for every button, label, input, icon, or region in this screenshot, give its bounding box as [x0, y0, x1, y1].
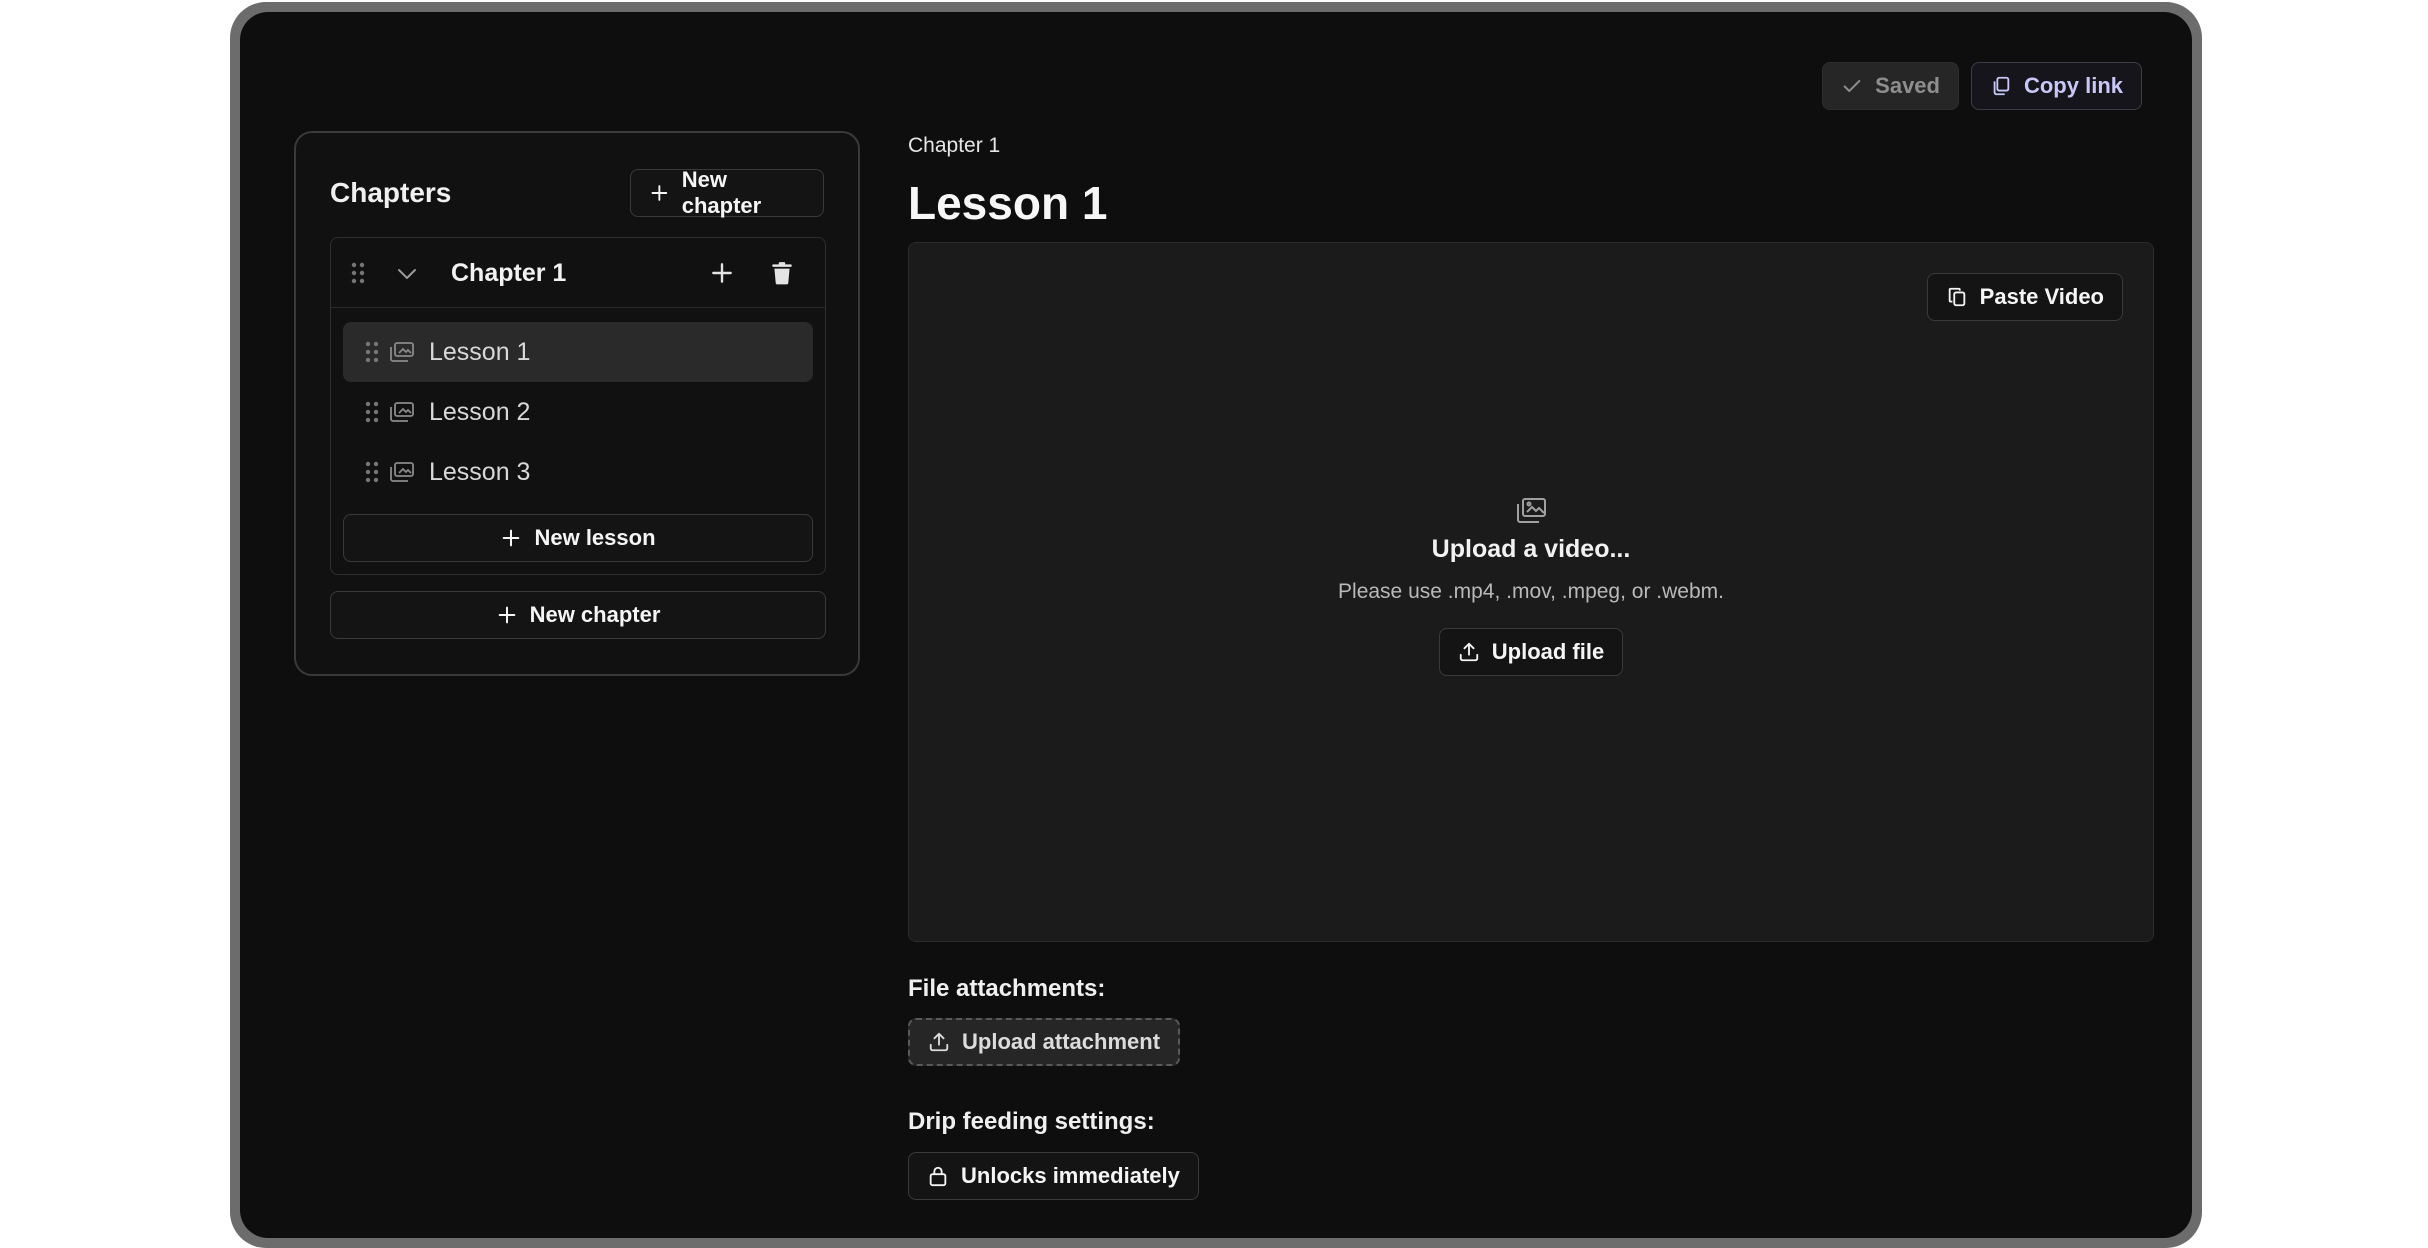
chapter-card: Chapter 1 Lesson 1 Lesson 2 Lesson 3 New… [330, 237, 826, 575]
lesson-label: Lesson 3 [429, 457, 531, 486]
paste-video-button[interactable]: Paste Video [1926, 273, 2123, 321]
lesson-item-3[interactable]: Lesson 3 [343, 442, 813, 502]
new-chapter-bottom-label: New chapter [529, 602, 661, 627]
plus-icon[interactable] [709, 260, 735, 286]
plus-icon [651, 185, 668, 201]
upload-icon [1459, 642, 1478, 662]
video-upload-icon [1517, 498, 1546, 523]
chapters-heading: Chapters [330, 177, 452, 208]
new-chapter-bottom-button[interactable]: New chapter [330, 591, 826, 639]
check-icon [1843, 79, 1861, 93]
unlock-setting-label: Unlocks immediately [961, 1163, 1180, 1188]
lesson-label: Lesson 1 [429, 337, 531, 366]
upload-attachment-label: Upload attachment [962, 1029, 1161, 1054]
upload-file-label: Upload file [1491, 639, 1605, 664]
drip-feeding-label: Drip feeding settings: [908, 1108, 1155, 1135]
saved-button[interactable]: Saved [1822, 62, 1959, 110]
lesson-item-2[interactable]: Lesson 2 [343, 382, 813, 442]
upload-subtitle: Please use .mp4, .mov, .mpeg, or .webm. [1338, 580, 1724, 603]
plus-icon [503, 529, 520, 547]
saved-label: Saved [1875, 73, 1940, 98]
toolbar: Saved Copy link [1822, 62, 2142, 110]
device-frame: Saved Copy link Chapters New chapter Cha… [230, 2, 2202, 1248]
copy-icon [1993, 76, 2010, 96]
lesson-label: Lesson 2 [429, 397, 531, 426]
upload-icon [929, 1032, 949, 1052]
new-lesson-label: New lesson [534, 525, 656, 550]
new-chapter-button[interactable]: New chapter [630, 167, 824, 218]
app-screen: Saved Copy link Chapters New chapter Cha… [240, 12, 2192, 1238]
paste-video-label: Paste Video [1979, 284, 2104, 309]
chapter-title[interactable]: Chapter 1 [451, 259, 566, 288]
page-title: Lesson 1 [908, 177, 1108, 229]
video-icon [390, 462, 414, 482]
file-attachments-label: File attachments: [908, 975, 1106, 1002]
lock-icon [929, 1166, 947, 1187]
video-dropzone[interactable]: Paste Video Upload a video... Please use… [908, 242, 2154, 942]
video-icon [390, 402, 414, 422]
drag-handle-icon[interactable] [365, 341, 379, 363]
clipboard-icon [1948, 287, 1965, 307]
copy-link-button[interactable]: Copy link [1970, 62, 2142, 110]
plus-icon [498, 606, 515, 624]
drag-handle-icon[interactable] [351, 262, 365, 284]
upload-title: Upload a video... [1431, 535, 1631, 563]
new-lesson-button[interactable]: New lesson [343, 514, 813, 562]
upload-attachment-button[interactable]: Upload attachment [908, 1018, 1181, 1066]
chevron-down-icon[interactable] [395, 262, 419, 286]
upload-file-button[interactable]: Upload file [1438, 628, 1624, 676]
copy-link-label: Copy link [2023, 73, 2123, 98]
chapter-header: Chapter 1 [331, 238, 825, 308]
drag-handle-icon[interactable] [365, 461, 379, 483]
lesson-item-1[interactable]: Lesson 1 [343, 322, 813, 382]
chapters-panel: Chapters New chapter Chapter 1 Lesson 1 [294, 131, 860, 676]
unlock-setting-button[interactable]: Unlocks immediately [908, 1152, 1199, 1200]
new-chapter-label: New chapter [681, 167, 762, 218]
video-icon [390, 342, 414, 362]
drag-handle-icon[interactable] [365, 401, 379, 423]
upload-prompt: Upload a video... Please use .mp4, .mov,… [909, 497, 2153, 676]
trash-icon[interactable] [769, 260, 795, 286]
breadcrumb[interactable]: Chapter 1 [908, 134, 1000, 158]
